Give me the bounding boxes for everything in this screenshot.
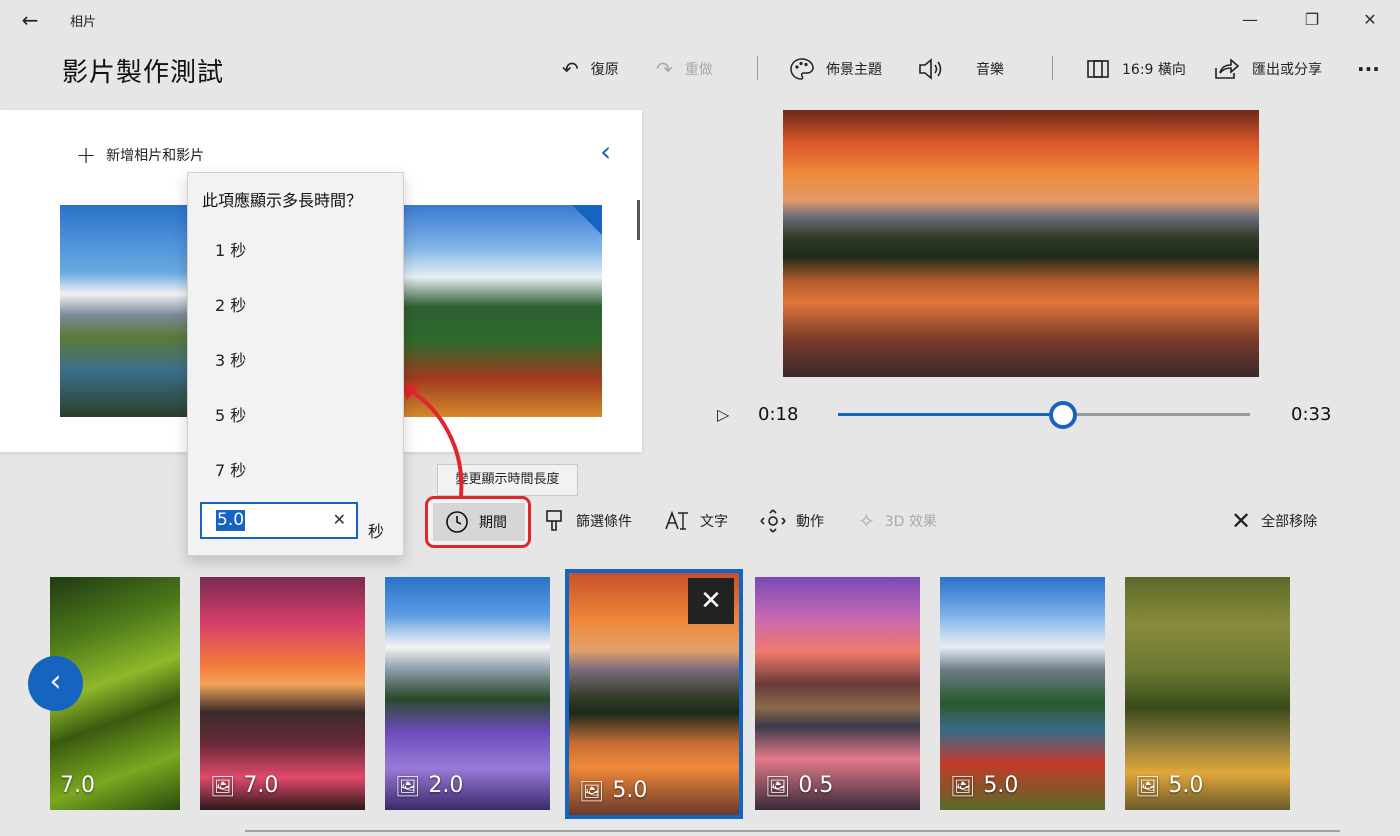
- card-duration: 7.0: [60, 773, 95, 798]
- card-duration-badge: 🖼 5.0: [1135, 773, 1203, 798]
- close-icon[interactable]: ✕: [1350, 6, 1390, 34]
- card-duration: 2.0: [428, 773, 464, 798]
- redo-icon: ↷: [656, 57, 673, 81]
- motion-icon: [760, 509, 786, 533]
- 3d-effects-button[interactable]: ✧ 3D 效果: [858, 504, 937, 538]
- redo-button[interactable]: ↷ 重做: [656, 54, 713, 84]
- card-duration: 5.0: [612, 778, 648, 803]
- storyboard-card[interactable]: 🖼 5.0: [940, 577, 1105, 810]
- more-options-icon[interactable]: ···: [1357, 54, 1380, 84]
- seek-progress: [838, 413, 1063, 416]
- filters-button[interactable]: 篩選條件: [544, 504, 632, 538]
- card-duration-badge: 🖼 2.0: [395, 773, 463, 798]
- card-duration: 5.0: [1168, 773, 1204, 798]
- aspect-ratio-icon: [1087, 60, 1109, 78]
- motion-button[interactable]: 動作: [760, 504, 824, 538]
- add-photos-videos-label: 新增相片和影片: [106, 148, 205, 164]
- storyboard-card[interactable]: 🖼 5.0: [1125, 577, 1290, 810]
- storyboard-card[interactable]: 🖼 2.0: [385, 577, 550, 810]
- aspect-ratio-label: 16:9 橫向: [1122, 62, 1186, 78]
- image-icon: 🖼: [950, 773, 976, 798]
- motion-label: 動作: [796, 514, 824, 530]
- image-icon: 🖼: [395, 773, 421, 798]
- card-duration-badge: 🖼 7.0: [210, 773, 278, 798]
- music-button[interactable]: 音樂: [918, 54, 1004, 84]
- card-duration-badge: 🖼 0.5: [765, 773, 833, 798]
- image-icon: 🖼: [210, 773, 236, 798]
- duration-label: 期間: [479, 515, 507, 531]
- collapse-library-icon[interactable]: ‹: [600, 138, 611, 166]
- card-duration-badge: 7.0: [60, 773, 95, 798]
- image-icon: 🖼: [1135, 773, 1161, 798]
- current-time: 0:18: [758, 404, 799, 425]
- card-duration-badge: 🖼 5.0: [579, 778, 647, 803]
- seek-thumb[interactable]: [1048, 401, 1077, 429]
- duration-button[interactable]: 期間: [433, 503, 525, 541]
- remove-all-label: 全部移除: [1261, 514, 1318, 530]
- image-icon: 🖼: [765, 773, 791, 798]
- redo-label: 重做: [684, 62, 713, 78]
- filters-label: 篩選條件: [576, 514, 632, 530]
- sparkle-icon: ✧: [858, 509, 875, 533]
- play-icon[interactable]: ▷: [717, 405, 729, 424]
- storyboard-scrollbar[interactable]: [245, 830, 1340, 832]
- undo-label: 復原: [590, 62, 619, 78]
- duration-unit: 秒: [368, 522, 385, 541]
- brush-icon: [546, 510, 562, 531]
- remove-all-button[interactable]: ✕ 全部移除: [1231, 504, 1317, 538]
- storyboard-card[interactable]: 🖼 0.5: [755, 577, 920, 810]
- duration-option[interactable]: 2 秒: [215, 292, 246, 316]
- text-label: 文字: [700, 514, 728, 530]
- duration-input-value: 5.0: [216, 510, 246, 531]
- header-divider: [757, 56, 758, 80]
- duration-input[interactable]: 5.0 ✕: [200, 502, 358, 539]
- duration-option[interactable]: 7 秒: [215, 457, 246, 481]
- back-arrow-icon[interactable]: ←: [14, 6, 46, 34]
- storyboard-prev-button[interactable]: ‹: [28, 656, 83, 711]
- undo-button[interactable]: ↶ 復原: [562, 54, 619, 84]
- annotation-arrow: [401, 384, 464, 497]
- card-duration-badge: 🖼 5.0: [950, 773, 1018, 798]
- text-icon: [665, 510, 688, 530]
- 3d-effects-label: 3D 效果: [884, 514, 937, 530]
- app-name: 相片: [70, 15, 97, 30]
- duration-option[interactable]: 5 秒: [215, 402, 246, 426]
- export-share-button[interactable]: 匯出或分享: [1214, 54, 1322, 84]
- speaker-icon: [919, 58, 942, 80]
- minimize-icon[interactable]: —: [1230, 6, 1270, 34]
- duration-question: 此項應顯示多長時間？: [202, 191, 363, 210]
- share-icon: [1215, 58, 1240, 79]
- selected-corner-marker: [572, 205, 602, 235]
- restore-icon[interactable]: ❐: [1292, 6, 1332, 34]
- image-icon: 🖼: [579, 778, 605, 803]
- background-theme-label: 佈景主題: [826, 62, 882, 78]
- project-title[interactable]: 影片製作測試: [62, 52, 224, 89]
- title-bar: [0, 0, 1400, 40]
- clear-input-icon[interactable]: ✕: [333, 510, 346, 529]
- undo-icon: ↶: [562, 57, 579, 81]
- export-share-label: 匯出或分享: [1252, 62, 1322, 78]
- clock-icon: [446, 511, 468, 533]
- remove-card-icon[interactable]: ✕: [688, 578, 734, 624]
- music-label: 音樂: [976, 62, 1004, 78]
- palette-icon: [790, 58, 814, 80]
- duration-option[interactable]: 3 秒: [215, 347, 246, 371]
- card-duration: 7.0: [243, 773, 279, 798]
- library-scrollbar[interactable]: [637, 200, 640, 240]
- video-preview[interactable]: [783, 110, 1259, 377]
- card-duration: 5.0: [983, 773, 1019, 798]
- duration-option[interactable]: 1 秒: [215, 237, 246, 261]
- text-button[interactable]: 文字: [664, 504, 728, 538]
- add-photos-videos-button[interactable]: + 新增相片和影片: [76, 143, 204, 167]
- library-thumbnail[interactable]: [60, 205, 190, 417]
- header-divider: [1052, 56, 1053, 80]
- background-theme-button[interactable]: 佈景主題: [790, 54, 882, 84]
- close-icon: ✕: [1231, 507, 1252, 535]
- card-duration: 0.5: [798, 773, 834, 798]
- storyboard-card-selected[interactable]: ✕ 🖼 5.0: [565, 569, 743, 819]
- aspect-ratio-button[interactable]: 16:9 橫向: [1086, 54, 1186, 84]
- storyboard-card[interactable]: 🖼 7.0: [200, 577, 365, 810]
- plus-icon: +: [76, 141, 97, 169]
- total-time: 0:33: [1291, 404, 1332, 425]
